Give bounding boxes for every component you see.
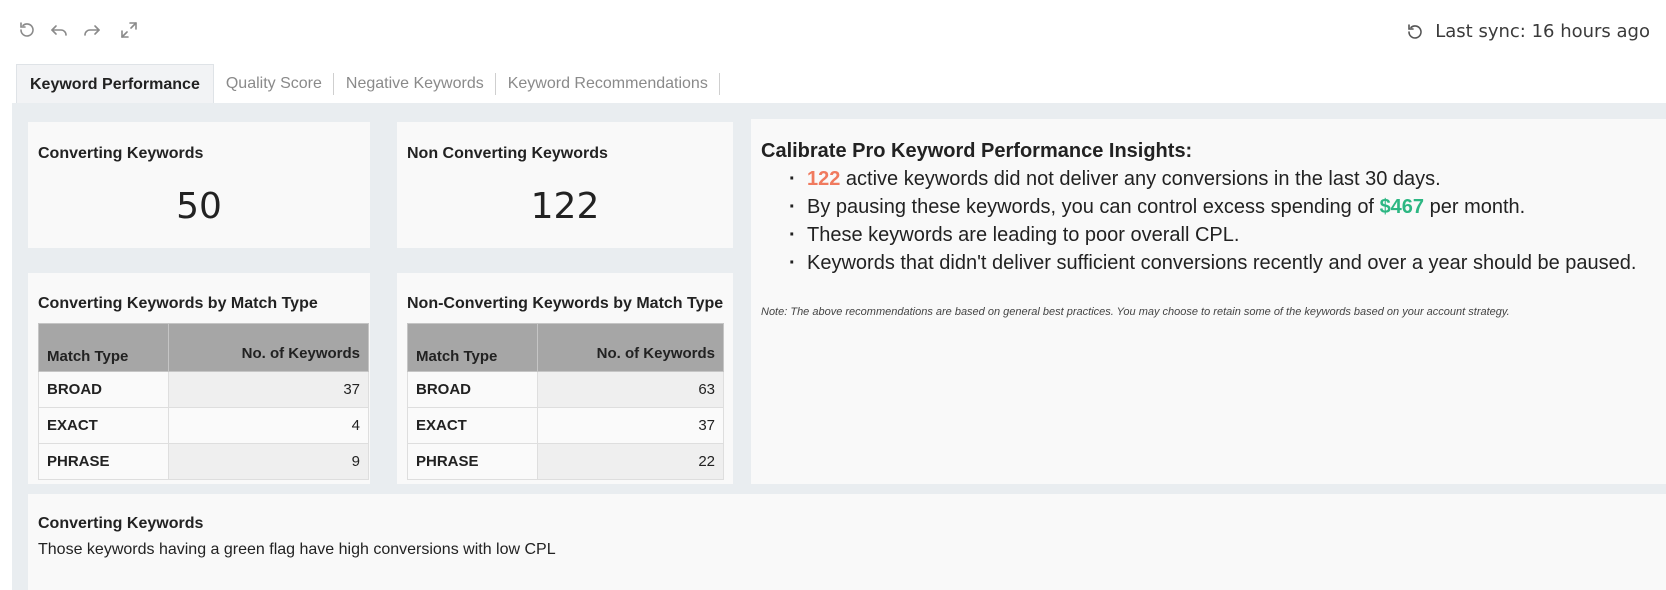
match-type-cell: PHRASE	[407, 443, 538, 480]
kpi-value: 50	[176, 186, 222, 227]
non-converting-match-type-table: Match Type No. of Keywords BROAD 63 EXAC…	[407, 323, 724, 480]
tab-bar: Keyword Performance Quality Score Negati…	[16, 64, 720, 104]
section-subtitle: Those keywords having a green flag have …	[38, 541, 556, 558]
refresh-icon[interactable]	[16, 19, 38, 41]
match-type-cell: EXACT	[38, 407, 169, 444]
keyword-count-cell: 9	[168, 443, 369, 480]
table-row: PHRASE 22	[407, 443, 724, 480]
kpi-title: Non Converting Keywords	[407, 145, 608, 162]
dashboard-content: Converting Keywords 50 Non Converting Ke…	[12, 103, 1666, 590]
kpi-value: 122	[530, 186, 600, 227]
keyword-count-cell: 22	[537, 443, 724, 480]
list-item: By pausing these keywords, you can contr…	[789, 193, 1636, 221]
undo-icon[interactable]	[48, 19, 70, 41]
tab-keyword-recommendations[interactable]: Keyword Recommendations	[496, 64, 720, 104]
non-converting-count: 122	[807, 168, 841, 190]
column-header[interactable]: No. of Keywords	[168, 323, 369, 372]
list-item: Keywords that didn't deliver sufficient …	[789, 249, 1636, 277]
non-converting-keywords-card: Non Converting Keywords 122	[397, 122, 733, 248]
table-row: BROAD 37	[38, 371, 369, 408]
non-converting-match-type-card: Non-Converting Keywords by Match Type Ma…	[397, 273, 733, 484]
tab-quality-score[interactable]: Quality Score	[214, 64, 334, 104]
converting-match-type-table: Match Type No. of Keywords BROAD 37 EXAC…	[38, 323, 369, 480]
keyword-count-cell: 37	[168, 371, 369, 408]
kpi-title: Converting Keywords	[38, 145, 204, 162]
redo-icon[interactable]	[81, 19, 103, 41]
keyword-count-cell: 4	[168, 407, 369, 444]
tab-separator	[718, 73, 720, 95]
converting-keywords-card: Converting Keywords 50	[28, 122, 370, 248]
last-sync-text: Last sync: 16 hours ago	[1435, 21, 1650, 42]
expand-icon[interactable]	[118, 19, 140, 41]
column-header[interactable]: No. of Keywords	[537, 323, 724, 372]
excess-spend-amount: $467	[1379, 196, 1425, 218]
column-header[interactable]: Match Type	[407, 323, 538, 372]
last-sync: Last sync: 16 hours ago	[1405, 21, 1650, 42]
table-row: EXACT 4	[38, 407, 369, 444]
match-type-cell: BROAD	[38, 371, 169, 408]
insights-list: 122 active keywords did not deliver any …	[789, 165, 1636, 277]
converting-keywords-section: Converting Keywords Those keywords havin…	[28, 494, 1666, 590]
match-type-cell: BROAD	[407, 371, 538, 408]
keyword-insights-panel: Calibrate Pro Keyword Performance Insigh…	[751, 119, 1666, 484]
tab-negative-keywords[interactable]: Negative Keywords	[334, 64, 496, 104]
section-title: Converting Keywords	[38, 515, 204, 532]
sync-icon[interactable]	[1405, 22, 1425, 42]
table-title: Non-Converting Keywords by Match Type	[407, 295, 724, 312]
converting-match-type-card: Converting Keywords by Match Type Match …	[28, 273, 370, 484]
toolbar: Last sync: 16 hours ago	[0, 0, 1666, 60]
table-row: EXACT 37	[407, 407, 724, 444]
keyword-count-cell: 63	[537, 371, 724, 408]
match-type-cell: PHRASE	[38, 443, 169, 480]
table-row: BROAD 63	[407, 371, 724, 408]
table-title: Converting Keywords by Match Type	[38, 295, 318, 312]
insights-note: Note: The above recommendations are base…	[761, 306, 1510, 318]
list-item: 122 active keywords did not deliver any …	[789, 165, 1636, 193]
keyword-count-cell: 37	[537, 407, 724, 444]
match-type-cell: EXACT	[407, 407, 538, 444]
table-row: PHRASE 9	[38, 443, 369, 480]
insights-title: Calibrate Pro Keyword Performance Insigh…	[761, 140, 1193, 162]
column-header[interactable]: Match Type	[38, 323, 169, 372]
list-item: These keywords are leading to poor overa…	[789, 221, 1636, 249]
tab-keyword-performance[interactable]: Keyword Performance	[16, 64, 214, 104]
